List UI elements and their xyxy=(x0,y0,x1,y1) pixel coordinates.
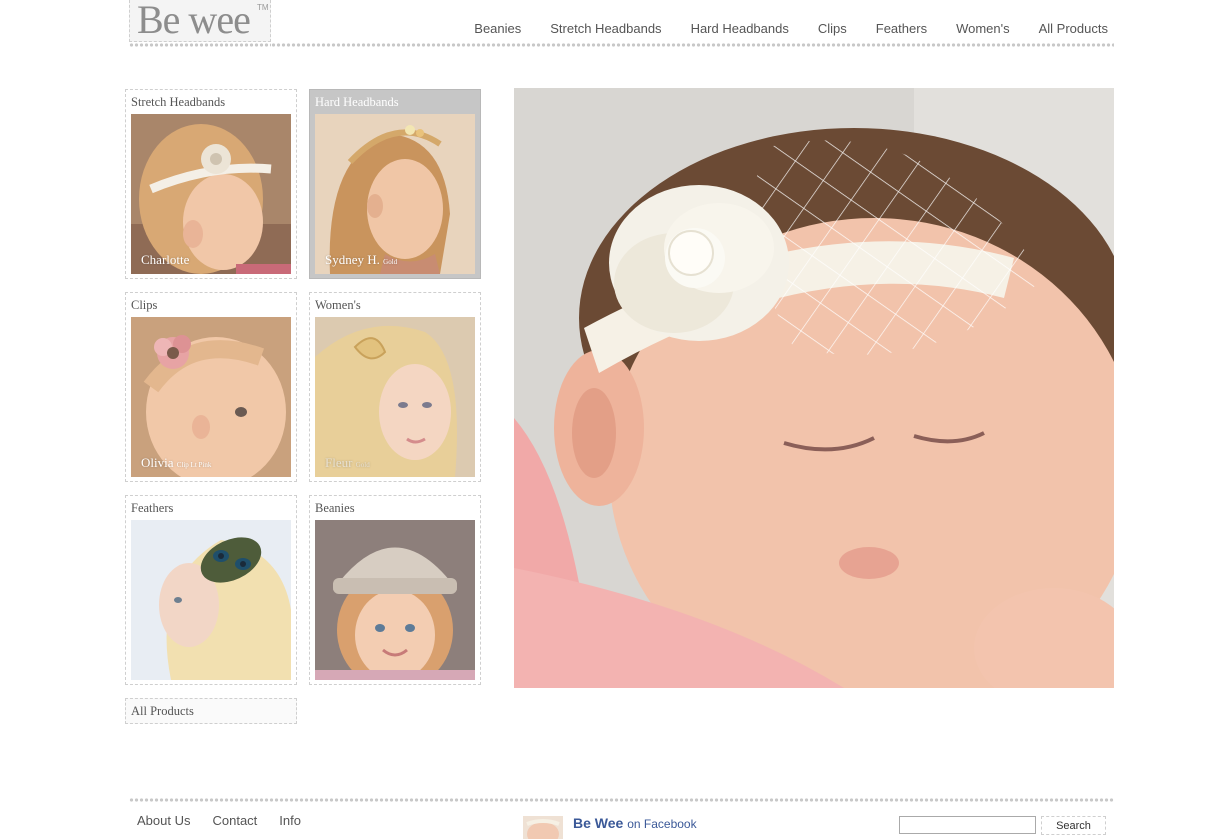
category-caption: Sydney H. Gold xyxy=(325,252,398,267)
footer-navigation: About Us Contact Info xyxy=(137,813,301,828)
category-caption: Fleur Gold xyxy=(325,455,370,470)
category-tile-hard-headbands[interactable]: Hard Headbands Sydney H. Gold xyxy=(309,89,481,279)
facebook-thumbnail[interactable] xyxy=(523,816,563,839)
category-title: Hard Headbands xyxy=(315,95,399,109)
footer-link-about-us[interactable]: About Us xyxy=(137,813,190,828)
footer-dotted-rule xyxy=(129,797,1114,803)
category-title: Women's xyxy=(315,298,361,312)
nav-clips[interactable]: Clips xyxy=(818,21,847,36)
search-input[interactable] xyxy=(899,816,1036,834)
footer-link-contact[interactable]: Contact xyxy=(212,813,257,828)
category-image-feathers[interactable] xyxy=(131,520,291,680)
category-tile-beanies[interactable]: Beanies xyxy=(309,495,481,685)
all-products-label: All Products xyxy=(131,704,194,718)
category-title: Feathers xyxy=(131,501,174,515)
category-image-clips[interactable]: Olivia Clip Lt Pink xyxy=(131,317,291,477)
header-dotted-rule xyxy=(271,42,1114,48)
nav-womens[interactable]: Women's xyxy=(956,21,1010,36)
nav-hard-headbands[interactable]: Hard Headbands xyxy=(691,21,789,36)
nav-stretch-headbands[interactable]: Stretch Headbands xyxy=(550,21,661,36)
category-tile-womens[interactable]: Women's Fleur Gold xyxy=(309,292,481,482)
facebook-brand: Be Wee xyxy=(573,815,624,831)
all-products-tile[interactable]: All Products xyxy=(125,698,297,724)
category-title: Stretch Headbands xyxy=(131,95,226,109)
search-button[interactable]: Search xyxy=(1041,816,1106,835)
category-caption: Charlotte xyxy=(141,252,190,267)
category-title: Beanies xyxy=(315,501,355,515)
trademark-mark: TM xyxy=(257,3,269,12)
nav-feathers[interactable]: Feathers xyxy=(876,21,927,36)
category-image-hard-headbands[interactable]: Sydney H. Gold xyxy=(315,114,475,274)
page: Be wee TM Beanies Stretch Headbands Hard… xyxy=(0,0,1230,839)
footer-link-info[interactable]: Info xyxy=(279,813,301,828)
category-title: Clips xyxy=(131,298,158,312)
facebook-suffix: on Facebook xyxy=(627,817,697,831)
category-image-stretch-headbands[interactable]: Charlotte xyxy=(131,114,291,274)
nav-beanies[interactable]: Beanies xyxy=(474,21,521,36)
category-image-beanies[interactable] xyxy=(315,520,475,680)
nav-all-products[interactable]: All Products xyxy=(1039,21,1108,36)
logo[interactable]: Be wee TM xyxy=(129,0,271,42)
hero-image xyxy=(514,88,1114,688)
logo-text: Be wee xyxy=(137,0,251,42)
category-caption: Olivia Clip Lt Pink xyxy=(141,455,212,470)
category-tile-clips[interactable]: Clips Olivia Clip Lt Pink xyxy=(125,292,297,482)
category-image-womens[interactable]: Fleur Gold xyxy=(315,317,475,477)
top-navigation: Beanies Stretch Headbands Hard Headbands… xyxy=(474,21,1108,36)
facebook-link[interactable]: Be Wee on Facebook xyxy=(573,815,697,831)
logo-dotted-rule xyxy=(129,42,271,48)
category-tile-feathers[interactable]: Feathers xyxy=(125,495,297,685)
category-tile-stretch-headbands[interactable]: Stretch Headbands Charlotte xyxy=(125,89,297,279)
